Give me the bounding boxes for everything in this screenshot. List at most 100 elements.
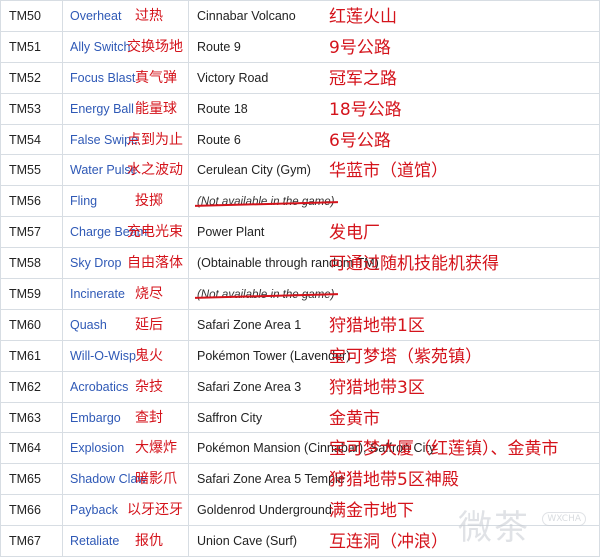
tm-number-cell: TM56: [0, 185, 63, 218]
location-cell: Route 6 6号公路: [188, 123, 600, 156]
tm-number: TM53: [9, 101, 41, 116]
move-cell: Incinerate 烧尽: [62, 278, 189, 310]
move-link[interactable]: Overheat: [70, 9, 121, 23]
location-cell: Pokémon Tower (Lavender) 宝可梦塔（紫苑镇）: [188, 339, 600, 372]
move-cell: Overheat 过热: [62, 0, 189, 32]
tm-number: TM65: [9, 472, 41, 487]
location-text: Route 18: [197, 101, 248, 116]
move-chinese-annotation: 充电光束: [127, 224, 183, 241]
table-row: TM61 Will-O-Wisp 鬼火 Pokémon Tower (Lavender…: [0, 339, 600, 372]
move-cell: Payback 以牙还牙: [62, 494, 189, 527]
location-cell: Union Cave (Surf) 互连洞（冲浪）: [188, 525, 600, 557]
location-chinese-annotation: 狩猎地带3区: [329, 377, 425, 398]
location-chinese-annotation: 9号公路: [329, 37, 391, 58]
move-cell: Explosion 大爆炸: [62, 432, 189, 465]
table-row: TM62 Acrobatics 杂技 Safari Zone Area 3 狩猎地带3区: [0, 370, 600, 403]
move-cell: Embargo 查封: [62, 401, 189, 434]
location-chinese-annotation: 狩猎地带1区: [329, 315, 425, 336]
move-chinese-annotation: 交换场地: [127, 39, 183, 56]
location-cell: (Not available in the game): [188, 278, 600, 310]
tm-number-cell: TM58: [0, 247, 63, 280]
move-chinese-annotation: 点到为止: [127, 131, 183, 148]
table-row: TM60 Quash 延后 Safari Zone Area 1 狩猎地带1区: [0, 308, 600, 341]
location-chinese-annotation: 冠军之路: [329, 68, 397, 89]
tm-number: TM52: [9, 70, 41, 85]
location-cell: Safari Zone Area 5 Temple 狩猎地带5区神殿: [188, 463, 600, 496]
tm-number: TM64: [9, 441, 41, 456]
move-chinese-annotation: 报仇: [135, 533, 163, 550]
location-text: Cerulean City (Gym): [197, 163, 311, 178]
location-cell: Cerulean City (Gym) 华蓝市（道馆）: [188, 154, 600, 187]
location-chinese-annotation: 狩猎地带5区神殿: [329, 470, 459, 491]
table-row: TM52 Focus Blast 真气弹 Victory Road 冠军之路: [0, 61, 600, 94]
move-chinese-annotation: 水之波动: [127, 162, 183, 179]
location-chinese-annotation: 可通过随机技能机获得: [329, 254, 499, 275]
move-link[interactable]: Energy Ball: [70, 102, 134, 116]
tm-table-body: TM50 Overheat 过热 Cinnabar Volcano 红莲火山 TM51 Al…: [0, 0, 600, 557]
tm-number: TM51: [9, 39, 41, 54]
location-text: Victory Road: [197, 70, 269, 85]
tm-number: TM62: [9, 379, 41, 394]
move-cell: Water Pulse 水之波动: [62, 154, 189, 187]
move-cell: Focus Blast 真气弹: [62, 61, 189, 94]
tm-number-cell: TM55: [0, 154, 63, 187]
location-text: Union Cave (Surf): [197, 534, 298, 549]
location-chinese-annotation: 金黄市: [329, 408, 380, 429]
move-link[interactable]: Explosion: [70, 441, 124, 455]
tm-number-cell: TM51: [0, 30, 63, 63]
tm-number-cell: TM59: [0, 278, 63, 310]
location-text: Goldenrod Underground: [197, 503, 332, 518]
move-link[interactable]: Ally Switch: [70, 40, 130, 54]
tm-number-cell: TM61: [0, 339, 63, 372]
move-chinese-annotation: 能量球: [135, 100, 177, 117]
tm-number: TM58: [9, 256, 41, 271]
location-cell: Safari Zone Area 1 狩猎地带1区: [188, 308, 600, 341]
move-chinese-annotation: 鬼火: [135, 347, 163, 364]
tm-number: TM60: [9, 317, 41, 332]
tm-number: TM54: [9, 132, 41, 147]
location-text: Saffron City: [197, 410, 263, 425]
tm-number-cell: TM62: [0, 370, 63, 403]
location-cell: Safari Zone Area 3 狩猎地带3区: [188, 370, 600, 403]
table-row: TM55 Water Pulse 水之波动 Cerulean City (Gym) 华蓝…: [0, 154, 600, 187]
move-link[interactable]: Will-O-Wisp: [70, 349, 136, 363]
tm-number-cell: TM50: [0, 0, 63, 32]
table-row: TM67 Retaliate 报仇 Union Cave (Surf) 互连洞（冲浪）: [0, 525, 600, 557]
move-link[interactable]: Retaliate: [70, 534, 119, 548]
move-link[interactable]: Focus Blast: [70, 71, 135, 85]
location-chinese-annotation: 18号公路: [329, 99, 402, 120]
tm-number: TM55: [9, 163, 41, 178]
move-cell: Quash 延后: [62, 308, 189, 341]
move-chinese-annotation: 杂技: [135, 378, 163, 395]
location-chinese-annotation: 华蓝市（道馆）: [329, 161, 448, 182]
tm-table: TM50 Overheat 过热 Cinnabar Volcano 红莲火山 TM51 Al…: [0, 0, 600, 557]
location-text: Cinnabar Volcano: [197, 8, 296, 23]
move-chinese-annotation: 过热: [135, 8, 163, 25]
tm-number-cell: TM66: [0, 494, 63, 527]
location-cell: Pokémon Mansion (Cinnabar), Saffron City…: [188, 432, 600, 465]
location-cell: (Obtainable through random TM) 可通过随机技能机获得: [188, 247, 600, 280]
tm-number-cell: TM65: [0, 463, 63, 496]
move-link[interactable]: Quash: [70, 318, 107, 332]
location-cell: Goldenrod Underground 满金市地下: [188, 494, 600, 527]
move-link[interactable]: Acrobatics: [70, 380, 128, 394]
tm-number: TM59: [9, 286, 41, 301]
location-chinese-annotation: 6号公路: [329, 130, 391, 151]
move-link[interactable]: Sky Drop: [70, 256, 121, 270]
tm-number: TM61: [9, 348, 41, 363]
tm-number: TM56: [9, 194, 41, 209]
tm-number: TM57: [9, 225, 41, 240]
move-link[interactable]: Incinerate: [70, 287, 125, 301]
move-chinese-annotation: 投掷: [135, 193, 163, 210]
move-cell: False Swipe 点到为止: [62, 123, 189, 156]
location-text: Safari Zone Area 3: [197, 379, 302, 394]
move-link[interactable]: Embargo: [70, 411, 121, 425]
location-text: Pokémon Tower (Lavender): [197, 348, 351, 363]
location-cell: (Not available in the game): [188, 185, 600, 218]
move-chinese-annotation: 自由落体: [127, 255, 183, 272]
move-chinese-annotation: 真气弹: [135, 69, 177, 86]
table-row: TM51 Ally Switch 交换场地 Route 9 9号公路: [0, 30, 600, 63]
move-link[interactable]: Fling: [70, 194, 97, 208]
tm-number-cell: TM54: [0, 123, 63, 156]
move-link[interactable]: Payback: [70, 503, 118, 517]
